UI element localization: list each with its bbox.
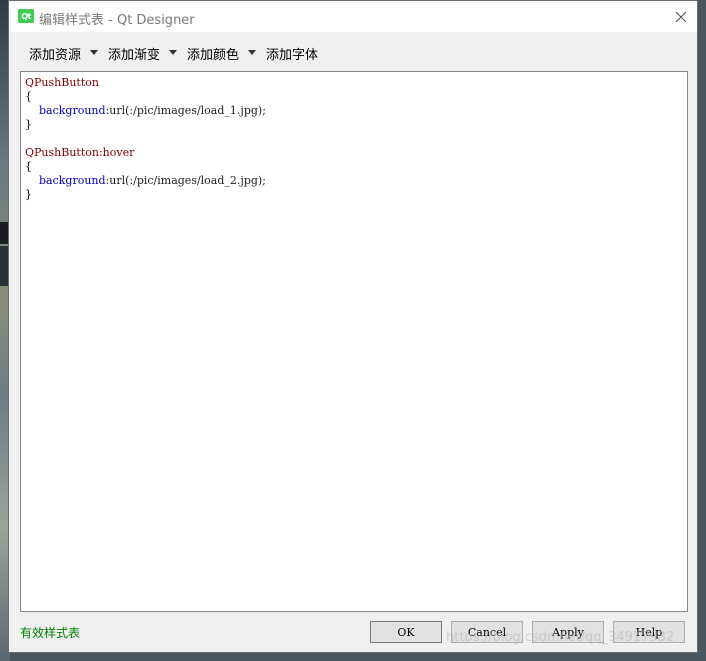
add-resource-label: 添加资源 xyxy=(29,47,82,63)
stylesheet-editor-dialog: Qt 编辑样式表 - Qt Designer 添加资源 添加渐变 添加颜色 添加… xyxy=(8,0,698,653)
cancel-label: Cancel xyxy=(467,625,507,639)
apply-label: Apply xyxy=(552,625,584,639)
ok-label: OK xyxy=(397,625,415,639)
add-color-button[interactable]: 添加颜色 xyxy=(187,39,239,67)
code-line: background:url(:/pic/images/load_2.jpg); xyxy=(25,174,687,188)
status-valid-stylesheet: 有效样式表 xyxy=(20,626,81,640)
close-icon xyxy=(675,11,687,22)
code-token: QPushButton:hover xyxy=(25,146,135,159)
add-resource-button[interactable]: 添加资源 xyxy=(29,39,81,67)
help-button[interactable]: Help xyxy=(613,621,685,643)
chevron-down-icon[interactable] xyxy=(169,50,177,55)
code-line: } xyxy=(25,188,687,202)
add-gradient-button[interactable]: 添加渐变 xyxy=(108,39,160,67)
code-token: } xyxy=(25,118,32,131)
code-token: { xyxy=(25,160,32,173)
help-label: Help xyxy=(635,625,663,639)
chevron-down-icon[interactable] xyxy=(90,50,98,55)
code-token: background xyxy=(39,174,106,187)
code-token: :url(:/pic/images/load_1.jpg); xyxy=(105,104,266,117)
code-line: } xyxy=(25,118,687,132)
cancel-button[interactable]: Cancel xyxy=(451,621,523,643)
code-token: } xyxy=(25,188,32,201)
add-color-label: 添加颜色 xyxy=(187,47,240,63)
toolbar: 添加资源 添加渐变 添加颜色 添加字体 xyxy=(9,39,697,67)
code-line: QPushButton xyxy=(25,76,687,90)
add-gradient-label: 添加渐变 xyxy=(108,47,161,63)
code-token: { xyxy=(25,90,32,103)
code-token: QPushButton xyxy=(25,76,99,89)
title-bar[interactable]: Qt 编辑样式表 - Qt Designer xyxy=(9,1,697,32)
window-title: 编辑样式表 - Qt Designer xyxy=(39,13,195,28)
stylesheet-text-editor[interactable]: QPushButton{ background:url(:/pic/images… xyxy=(20,71,688,612)
code-token: :url(:/pic/images/load_2.jpg); xyxy=(105,174,266,187)
code-line: QPushButton:hover xyxy=(25,146,687,160)
code-token: background xyxy=(39,104,106,117)
chevron-down-icon[interactable] xyxy=(248,50,256,55)
code-line: { xyxy=(25,160,687,174)
code-line: { xyxy=(25,90,687,104)
ok-button[interactable]: OK xyxy=(370,621,442,643)
code-line: background:url(:/pic/images/load_1.jpg); xyxy=(25,104,687,118)
apply-button[interactable]: Apply xyxy=(532,621,604,643)
close-button[interactable] xyxy=(665,1,697,32)
add-font-button[interactable]: 添加字体 xyxy=(266,39,318,67)
qt-logo-icon: Qt xyxy=(18,9,34,23)
add-font-label: 添加字体 xyxy=(266,47,319,63)
